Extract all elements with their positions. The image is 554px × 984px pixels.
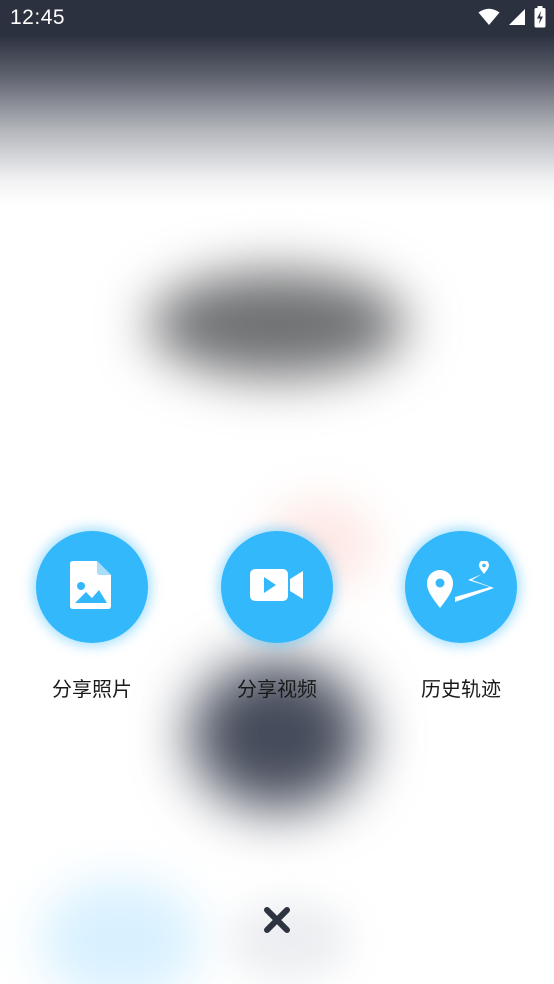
- share-photo-action[interactable]: 分享照片: [36, 531, 148, 702]
- status-icons: [478, 6, 546, 32]
- battery-charging-icon: [534, 6, 546, 32]
- history-track-label: 历史轨迹: [421, 677, 501, 701]
- share-video-action[interactable]: 分享视频: [221, 531, 333, 702]
- share-photo-label: 分享照片: [52, 677, 132, 701]
- share-menu-screen: 12:45 分享照片 分享视频 历史轨迹: [0, 0, 554, 984]
- history-track-button[interactable]: [405, 531, 517, 643]
- close-button[interactable]: [258, 903, 296, 941]
- backdrop-gradient: [0, 37, 554, 207]
- video-camera-icon: [249, 567, 305, 607]
- location-track-icon: [426, 560, 496, 613]
- wifi-icon: [478, 8, 500, 30]
- history-track-action[interactable]: 历史轨迹: [405, 531, 517, 702]
- share-photo-button[interactable]: [36, 531, 148, 643]
- share-video-label: 分享视频: [237, 677, 317, 701]
- signal-icon: [508, 8, 526, 30]
- share-video-button[interactable]: [221, 531, 333, 643]
- photo-file-icon: [69, 560, 115, 614]
- status-time: 12:45: [10, 6, 66, 29]
- close-icon: [263, 906, 291, 938]
- backdrop-blur-shape: [150, 272, 405, 377]
- status-bar: 12:45: [0, 0, 554, 37]
- backdrop-blur-shape: [40, 880, 200, 984]
